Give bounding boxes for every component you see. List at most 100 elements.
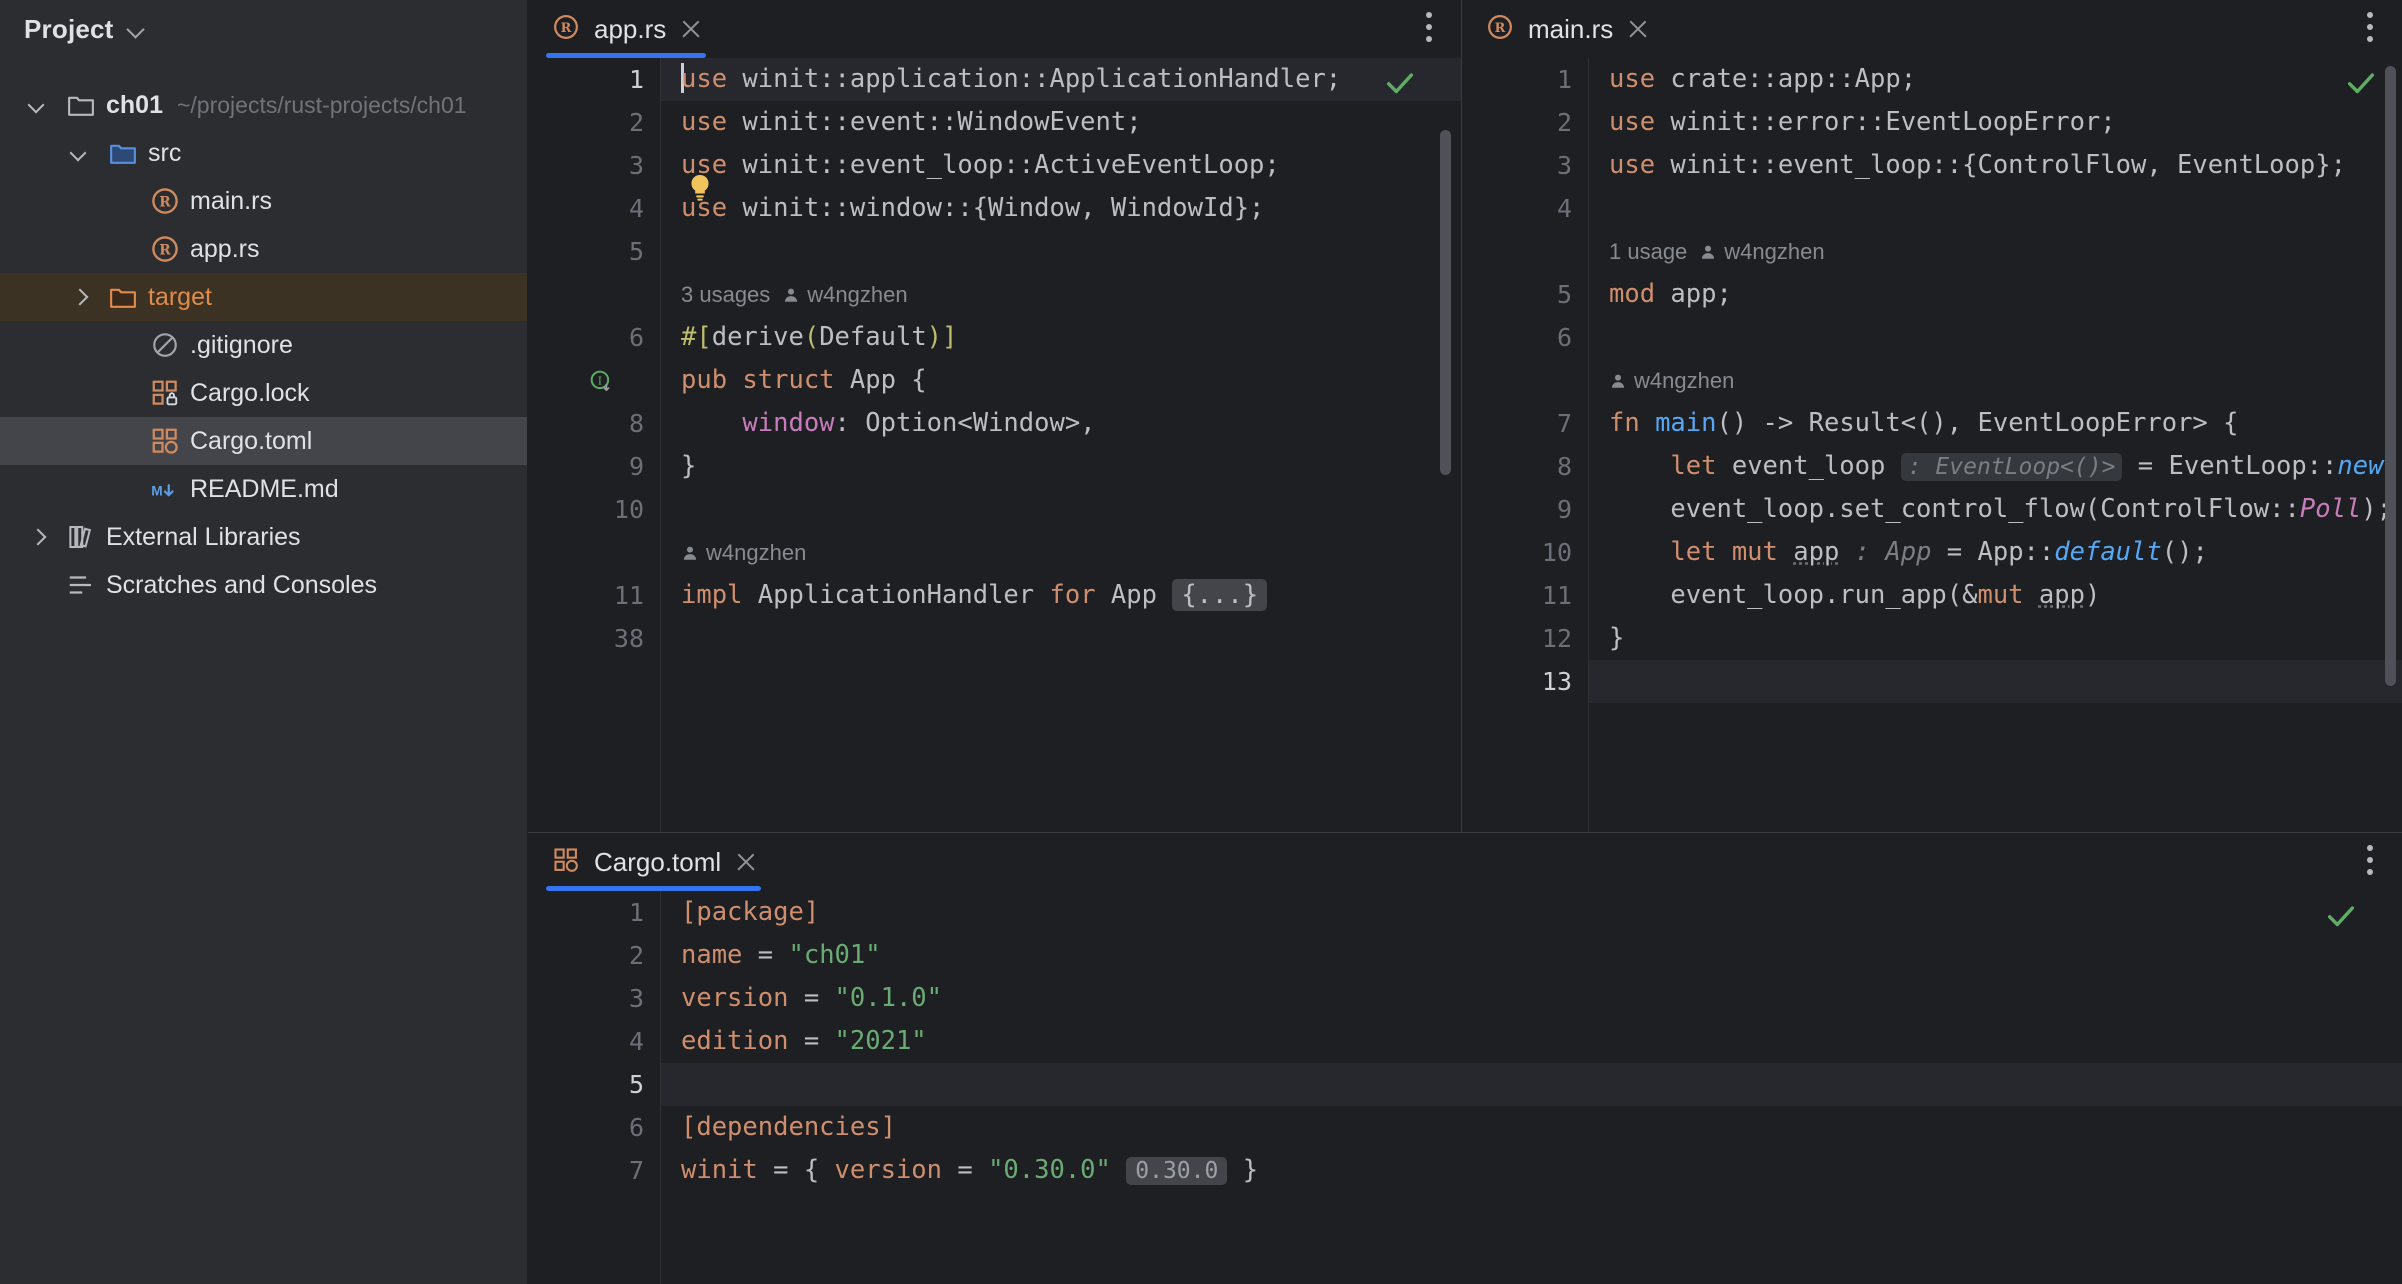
line-number[interactable]: 7	[528, 1149, 660, 1192]
line-number[interactable]: 38	[528, 617, 660, 660]
line-number[interactable]: 4	[528, 1020, 660, 1063]
lightbulb-icon[interactable]	[683, 171, 717, 205]
close-icon[interactable]	[680, 18, 702, 40]
tree-item-app-rs[interactable]: Rapp.rs	[0, 225, 528, 273]
code-content-cargo-toml[interactable]: [package] name = "ch01" version = "0.1.0…	[661, 891, 2402, 1284]
line-number[interactable]: 3	[1462, 144, 1588, 187]
tree-item-ch01[interactable]: ch01~/projects/rust-projects/ch01	[0, 81, 528, 129]
tree-item-readme-md[interactable]: MREADME.md	[0, 465, 528, 513]
line-number[interactable]: 2	[528, 101, 660, 144]
tree-item-cargo-toml[interactable]: Cargo.toml	[0, 417, 528, 465]
svg-text:R: R	[159, 242, 171, 258]
line-number[interactable]: 8	[1462, 445, 1588, 488]
more-vertical-icon[interactable]	[2366, 845, 2374, 879]
code-vision-hint[interactable]: 1 usage w4ngzhen	[1589, 230, 2402, 273]
line-number[interactable]: 7	[1462, 402, 1588, 445]
chevron-right-icon[interactable]	[58, 288, 102, 306]
more-vertical-icon[interactable]	[1425, 12, 1433, 46]
editor-area: R app.rs 123456I89101138 use winit::appl…	[528, 0, 2402, 1284]
line-number[interactable]: 3	[528, 977, 660, 1020]
tree-item-src[interactable]: src	[0, 129, 528, 177]
check-ok-icon[interactable]	[1383, 66, 1417, 100]
line-number[interactable]: I	[528, 359, 660, 402]
line-number[interactable]: 8	[528, 402, 660, 445]
tree-item-label: app.rs	[190, 235, 259, 264]
tree-item-scratches-and-consoles[interactable]: Scratches and Consoles	[0, 561, 528, 609]
line-number[interactable]: 5	[528, 230, 660, 273]
cargo-toml-icon	[552, 846, 580, 879]
line-number[interactable]: 6	[528, 1106, 660, 1149]
inlay-type-hint: : App	[1855, 537, 1932, 567]
svg-text:R: R	[561, 20, 572, 35]
line-number[interactable]: 1	[528, 58, 660, 101]
chevron-down-icon[interactable]	[58, 144, 102, 162]
folded-block[interactable]: {...}	[1172, 579, 1267, 611]
code-line: }	[1589, 617, 2402, 660]
line-number[interactable]: 10	[1462, 531, 1588, 574]
line-number[interactable]: 12	[1462, 617, 1588, 660]
tree-item-external-libraries[interactable]: External Libraries	[0, 513, 528, 561]
line-number[interactable]: 6	[1462, 316, 1588, 359]
line-number[interactable]: 10	[528, 488, 660, 531]
usages-count[interactable]: 1 usage	[1609, 230, 1687, 273]
gutter-main-rs[interactable]: 12345678910111213	[1462, 58, 1589, 832]
line-number[interactable]: 11	[528, 574, 660, 617]
line-number[interactable]: 5	[528, 1063, 660, 1106]
line-number[interactable]: 9	[528, 445, 660, 488]
author-annotation[interactable]: w4ngzhen	[681, 531, 806, 574]
line-number[interactable]: 13	[1462, 660, 1588, 703]
line-number[interactable]: 3	[528, 144, 660, 187]
line-number[interactable]: 2	[528, 934, 660, 977]
tree-item-main-rs[interactable]: Rmain.rs	[0, 177, 528, 225]
line-number[interactable]: 4	[1462, 187, 1588, 230]
line-number[interactable]: 2	[1462, 101, 1588, 144]
code-view-app-rs[interactable]: 123456I89101138 use winit::application::…	[528, 58, 1461, 832]
chevron-down-icon[interactable]	[16, 96, 60, 114]
code-line-empty	[661, 488, 1461, 531]
code-content-main-rs[interactable]: use crate::app::App; use winit::error::E…	[1589, 58, 2402, 832]
more-vertical-icon[interactable]	[2366, 12, 2374, 46]
vertical-scrollbar[interactable]	[1440, 130, 1451, 475]
line-number[interactable]: 4	[528, 187, 660, 230]
close-icon[interactable]	[735, 851, 757, 873]
usages-count[interactable]: 3 usages	[681, 273, 770, 316]
code-content-app-rs[interactable]: use winit::application::ApplicationHandl…	[661, 58, 1461, 832]
line-number[interactable]: 9	[1462, 488, 1588, 531]
line-number[interactable]: 6	[528, 316, 660, 359]
tree-item-label: src	[148, 139, 181, 168]
ide-window: Project ch01~/projects/rust-projects/ch0…	[0, 0, 2402, 1284]
folder-orange-icon	[102, 282, 144, 312]
check-ok-icon[interactable]	[2344, 66, 2378, 100]
tree-item-gitignore[interactable]: .gitignore	[0, 321, 528, 369]
line-number[interactable]: 1	[1462, 58, 1588, 101]
sidebar-header[interactable]: Project	[0, 0, 528, 58]
gutter-app-rs[interactable]: 12345 6I8910 1138	[528, 58, 661, 832]
author-annotation[interactable]: w4ngzhen	[782, 273, 907, 316]
code-vision-hint[interactable]: 3 usages w4ngzhen	[661, 273, 1461, 316]
tab-main-rs[interactable]: R main.rs	[1462, 0, 1671, 58]
line-number[interactable]: 1	[528, 891, 660, 934]
tab-cargo-toml[interactable]: Cargo.toml	[528, 833, 779, 891]
gutter-cargo-toml[interactable]: 1234567	[528, 891, 661, 1284]
code-vision-hint[interactable]: w4ngzhen	[661, 531, 1461, 574]
chevron-down-icon[interactable]	[127, 19, 147, 39]
implemented-icon[interactable]: I	[588, 359, 614, 402]
tree-item-cargo-lock[interactable]: Cargo.lock	[0, 369, 528, 417]
check-ok-icon[interactable]	[2324, 899, 2358, 933]
vertical-scrollbar[interactable]	[2385, 66, 2396, 686]
code-line: name = "ch01"	[661, 934, 2402, 977]
tree-item-target[interactable]: target	[0, 273, 528, 321]
tree-item-label: Cargo.toml	[190, 427, 312, 456]
author-annotation[interactable]: w4ngzhen	[1699, 230, 1824, 273]
code-vision-hint[interactable]: w4ngzhen	[1589, 359, 2402, 402]
code-line: pub struct App {	[661, 359, 1461, 402]
author-annotation[interactable]: w4ngzhen	[1609, 359, 1734, 402]
close-icon[interactable]	[1627, 18, 1649, 40]
code-line: window: Option<Window>,	[661, 402, 1461, 445]
chevron-right-icon[interactable]	[16, 528, 60, 546]
line-number[interactable]: 11	[1462, 574, 1588, 617]
tab-app-rs[interactable]: R app.rs	[528, 0, 724, 58]
code-view-cargo-toml[interactable]: 1234567 [package] name = "ch01" version …	[528, 891, 2402, 1284]
code-view-main-rs[interactable]: 12345678910111213 use crate::app::App; u…	[1462, 58, 2402, 832]
line-number[interactable]: 5	[1462, 273, 1588, 316]
